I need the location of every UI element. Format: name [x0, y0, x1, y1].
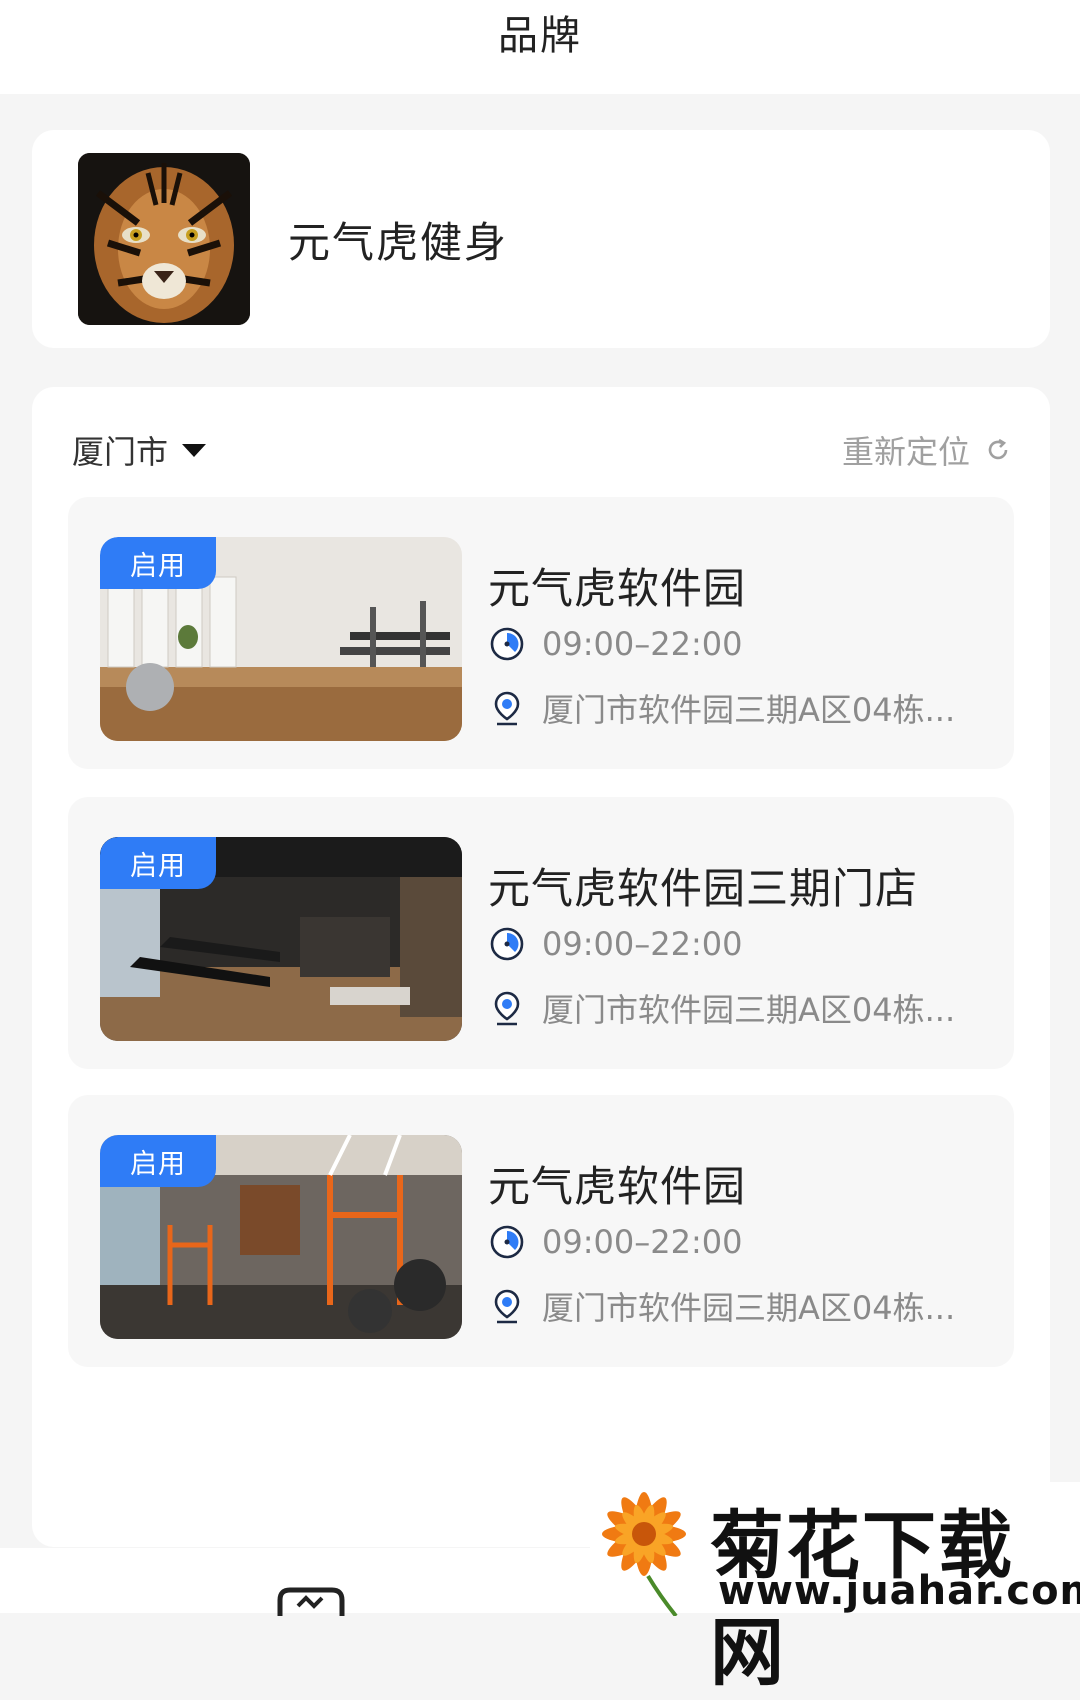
status-badge: 启用 [100, 537, 216, 589]
store-hours: 09:00–22:00 [488, 925, 742, 963]
city-label: 厦门市 [72, 433, 169, 471]
top-header: 品牌 [0, 0, 1080, 94]
hours-text: 09:00–22:00 [542, 625, 743, 663]
store-photo: 启用 [100, 1135, 462, 1339]
store-name: 元气虎软件园 [488, 1162, 747, 1211]
store-photo: 启用 [100, 837, 462, 1041]
store-hours: 09:00–22:00 [488, 625, 742, 663]
relocate-button[interactable]: 重新定位 [842, 427, 1012, 473]
clock-icon [490, 1225, 524, 1259]
location-pin-icon [494, 1289, 520, 1324]
store-list-card: 厦门市 重新定位 启用 元气虎软件园 09:00–22:00 厦门市软件园三期A… [32, 387, 1050, 1547]
tiger-logo-image [78, 153, 250, 325]
store-address: 厦门市软件园三期A区04栋... [488, 685, 955, 731]
location-pin-icon [494, 691, 520, 726]
store-name: 元气虎软件园三期门店 [488, 864, 919, 913]
refresh-icon [988, 438, 1008, 460]
caret-down-icon [182, 443, 207, 457]
flower-logo-icon [602, 1492, 686, 1616]
store-photo: 启用 [100, 537, 462, 741]
address-text: 厦门市软件园三期A区04栋... [542, 1289, 956, 1327]
store-hours: 09:00–22:00 [488, 1223, 742, 1261]
tab-icon[interactable] [276, 1586, 346, 1616]
status-badge: 启用 [100, 837, 216, 889]
hours-text: 09:00–22:00 [542, 1223, 743, 1261]
clock-icon [490, 627, 524, 661]
store-address: 厦门市软件园三期A区04栋... [488, 1283, 955, 1329]
store-card[interactable]: 启用 元气虎软件园 09:00–22:00 厦门市软件园三期A区04栋... [68, 497, 1014, 769]
location-bar: 厦门市 重新定位 [72, 425, 1012, 475]
relocate-label: 重新定位 [841, 433, 970, 471]
watermark: 菊花下载网 www.juahar.com [590, 1482, 1080, 1696]
address-text: 厦门市软件园三期A区04栋... [542, 691, 956, 729]
store-name: 元气虎软件园 [488, 564, 747, 613]
brand-name: 元气虎健身 [288, 217, 509, 267]
store-card[interactable]: 启用 元气虎软件园三期门店 09:00–22:00 厦门市软件园三期A区04栋.… [68, 797, 1014, 1069]
store-card[interactable]: 启用 元气虎软件园 09:00–22:00 厦门市软件园三期A区04栋... [68, 1095, 1014, 1367]
location-pin-icon [494, 991, 520, 1026]
status-badge: 启用 [100, 1135, 216, 1187]
address-text: 厦门市软件园三期A区04栋... [542, 991, 956, 1029]
brand-card[interactable]: 元气虎健身 [32, 130, 1050, 348]
watermark-url: www.juahar.com [718, 1568, 1080, 1614]
hours-text: 09:00–22:00 [542, 925, 743, 963]
city-selector[interactable]: 厦门市 [72, 427, 207, 473]
page-title: 品牌 [498, 13, 582, 59]
store-address: 厦门市软件园三期A区04栋... [488, 985, 955, 1031]
clock-icon [490, 927, 524, 961]
